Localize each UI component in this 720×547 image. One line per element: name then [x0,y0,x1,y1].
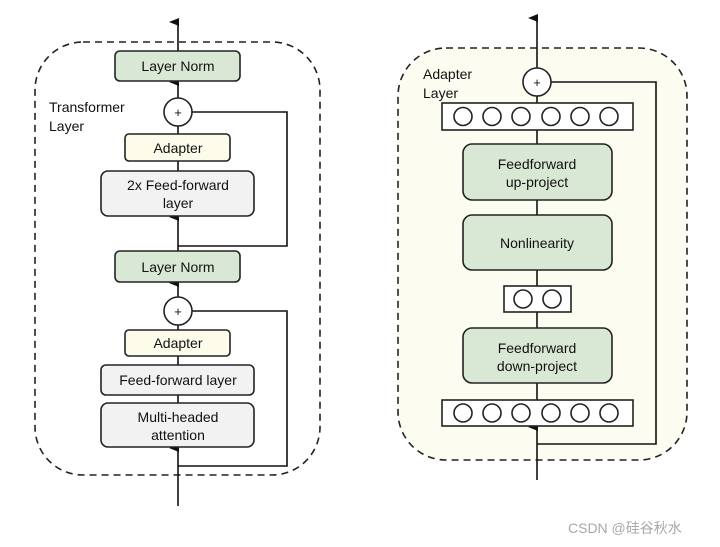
neuron [570,106,590,127]
neuron [599,403,619,423]
neuron [511,106,531,127]
feed-forward-2x-label: 2x Feed-forward [127,177,229,193]
layer-norm-top-label: Layer Norm [141,58,214,74]
neuron [599,106,619,127]
neuron [513,289,533,309]
multi-headed-attention-label: attention [151,427,205,443]
neuron [453,106,473,127]
feedforward-down-project-label: down-project [497,358,577,374]
neuron [541,106,561,127]
feedforward-down-project-label: Feedforward [498,340,577,356]
adapter-bottom-label: Adapter [153,335,202,351]
adapter-diagram: Transformer Layer Layer Norm + Adapter 2… [34,14,688,536]
plus-icon: + [174,304,182,319]
watermark: CSDN @硅谷秋水 [568,520,682,536]
nonlinearity-label: Nonlinearity [500,235,574,251]
plus-icon: + [174,105,182,120]
transformer-layer-title: Layer [49,118,84,134]
feedforward-up-project-label: up-project [506,174,568,190]
neuron [542,289,562,309]
feedforward-up-project-label: Feedforward [498,156,577,172]
feed-forward-layer-label: Feed-forward layer [119,372,237,388]
layer-norm-bottom-label: Layer Norm [141,259,214,275]
neuron [570,403,590,423]
feedforward-up-project [462,143,613,201]
plus-icon: + [533,75,541,90]
adapter-layer: Adapter Layer + Feedforward up-project N… [397,14,688,480]
feed-forward-2x-label: layer [163,195,194,211]
neuron [453,403,473,423]
neuron [511,403,531,423]
transformer-layer-title: Transformer [49,99,125,115]
neuron [482,106,502,127]
adapter-layer-title: Layer [423,85,458,101]
neuron [541,403,561,423]
adapter-layer-title: Adapter [423,66,472,82]
multi-headed-attention-label: Multi-headed [138,409,219,425]
adapter-top-label: Adapter [153,140,202,156]
neuron [482,403,502,423]
transformer-layer: Transformer Layer Layer Norm + Adapter 2… [34,18,321,506]
